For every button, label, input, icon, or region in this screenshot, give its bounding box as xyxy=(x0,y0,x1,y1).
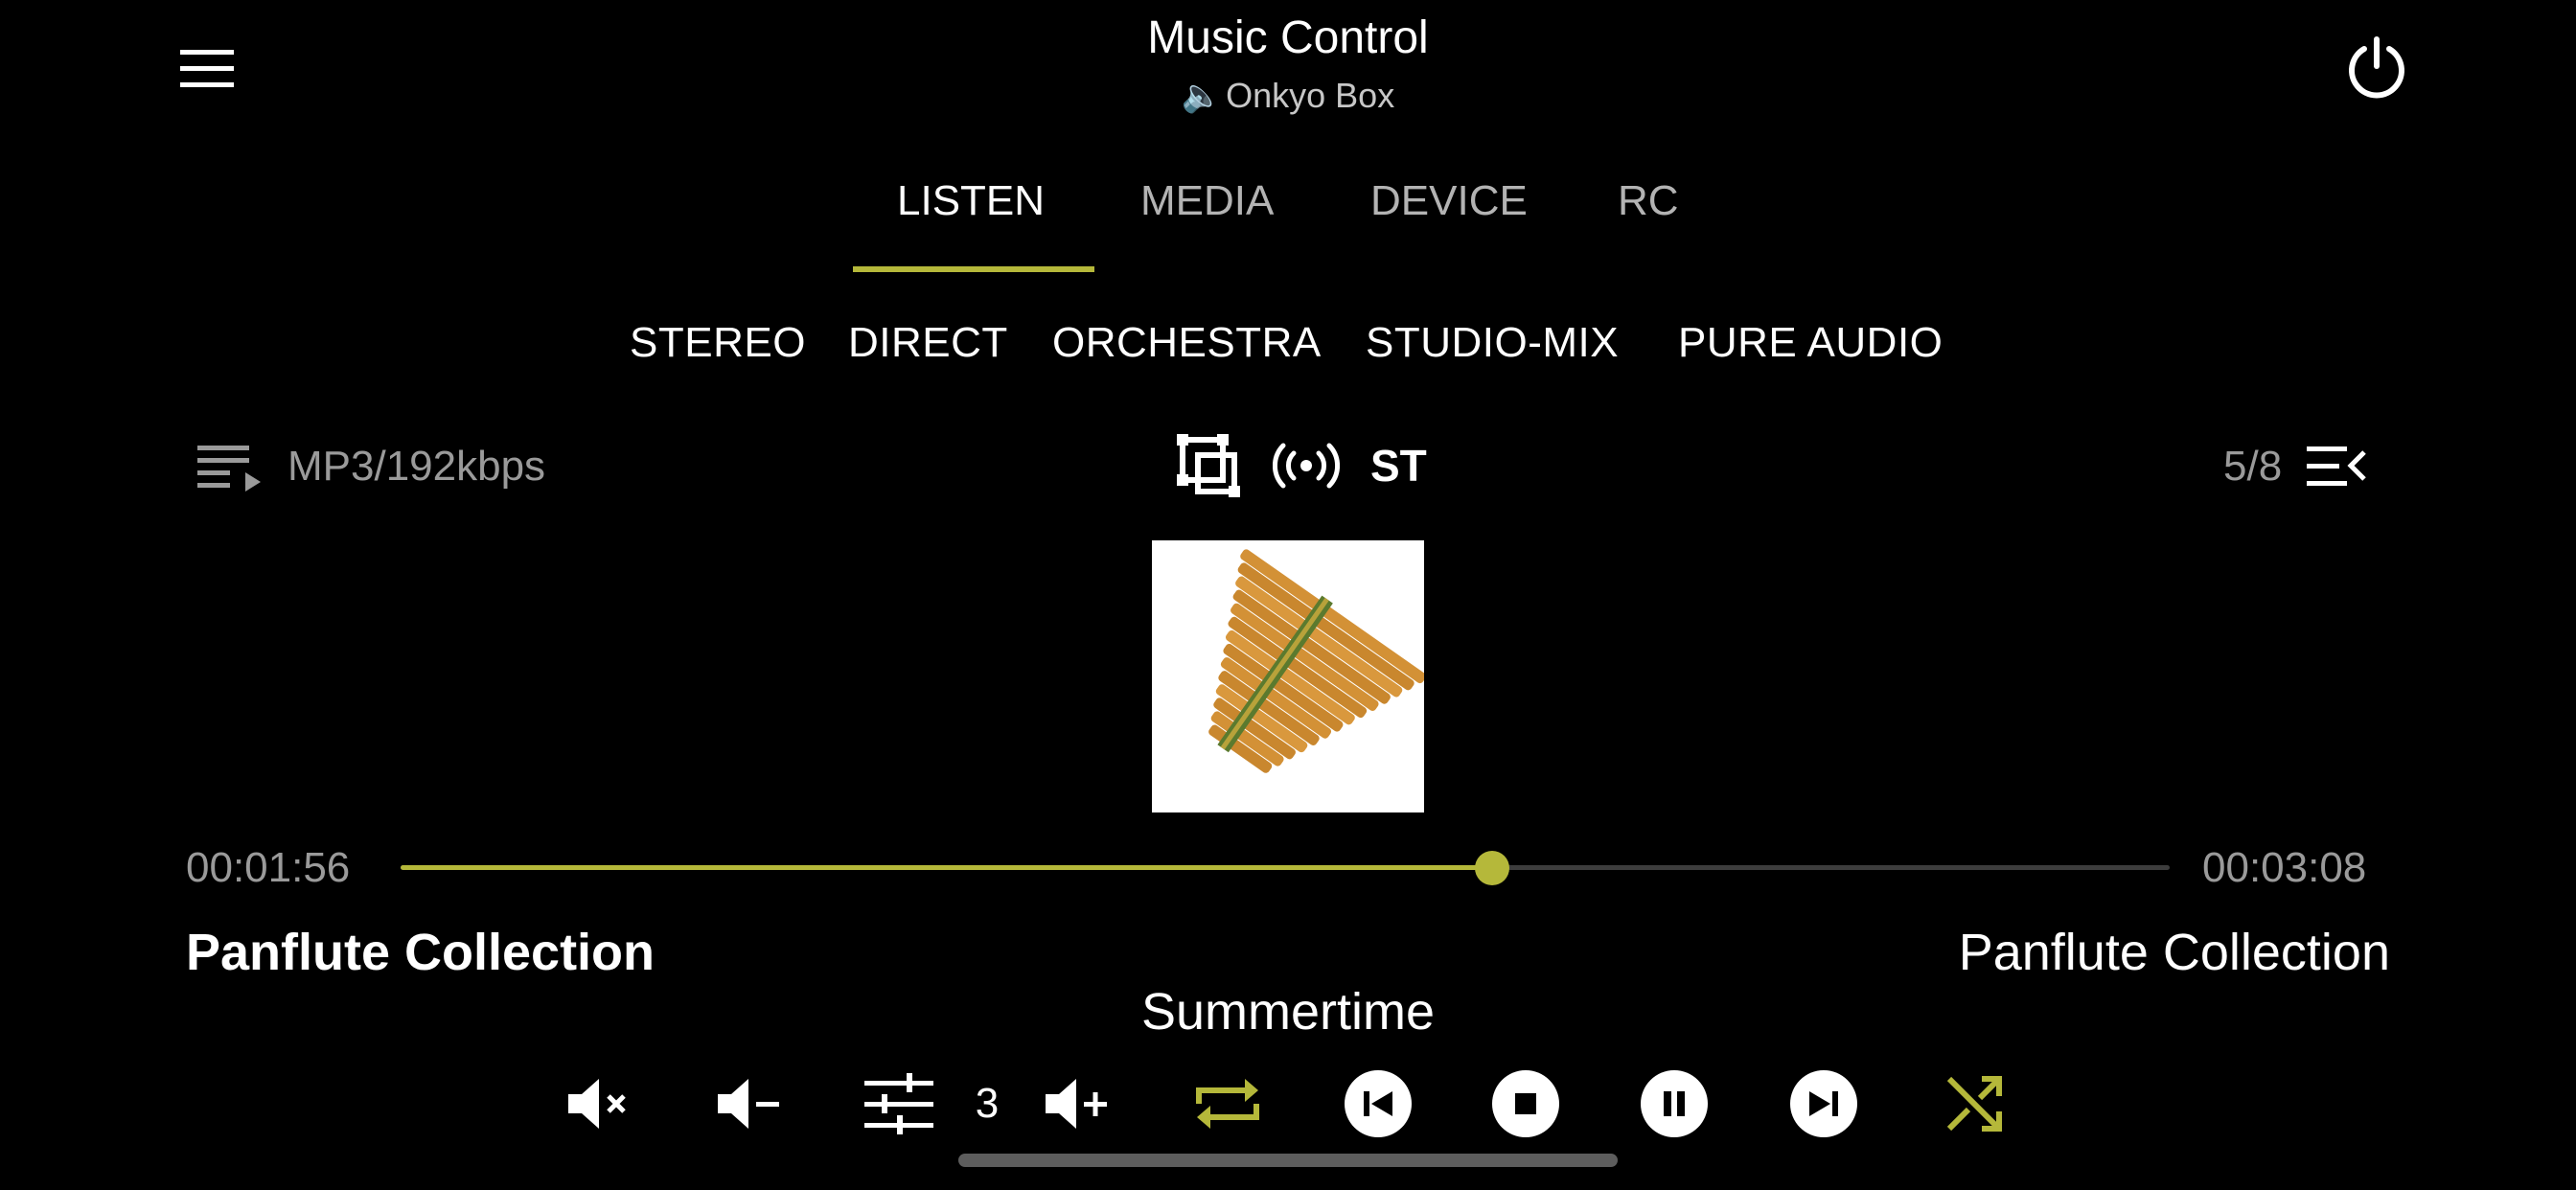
stop-button[interactable] xyxy=(1487,1065,1564,1142)
page-title: Music Control xyxy=(1147,12,1429,63)
progress-thumb[interactable] xyxy=(1474,851,1509,885)
menu-button[interactable] xyxy=(172,38,242,100)
tab-listen[interactable]: LISTEN xyxy=(897,171,1045,270)
mode-pure-audio[interactable]: PURE AUDIO xyxy=(1678,312,1943,374)
progress-fill xyxy=(401,865,1492,870)
volume-mute-icon xyxy=(568,1079,626,1129)
elapsed-time: 00:01:56 xyxy=(186,844,351,891)
repeat-button[interactable] xyxy=(1189,1065,1266,1142)
tab-bar: LISTEN MEDIA DEVICE RC xyxy=(0,171,2576,276)
skip-previous-icon xyxy=(1345,1070,1412,1137)
mute-button[interactable] xyxy=(563,1065,639,1142)
equalizer-button[interactable] xyxy=(861,1065,937,1142)
mode-orchestra[interactable]: ORCHESTRA xyxy=(1052,312,1322,374)
device-name: Onkyo Box xyxy=(1226,76,1395,115)
next-button[interactable] xyxy=(1785,1065,1862,1142)
stop-icon xyxy=(1492,1070,1559,1137)
progress-slider[interactable] xyxy=(401,851,2170,885)
input-selector-icon[interactable] xyxy=(1175,432,1242,499)
sound-mode-bar: STEREO DIRECT ORCHESTRA STUDIO-MIX PURE … xyxy=(0,312,2576,379)
volume-down-icon xyxy=(718,1079,779,1129)
total-time: 00:03:08 xyxy=(2202,844,2367,891)
tab-media[interactable]: MEDIA xyxy=(1140,171,1274,270)
volume-up-icon xyxy=(1046,1079,1107,1129)
volume-up-button[interactable] xyxy=(1040,1065,1116,1142)
tab-device[interactable]: DEVICE xyxy=(1370,171,1528,270)
volume-down-button[interactable] xyxy=(712,1065,789,1142)
mode-direct[interactable]: DIRECT xyxy=(848,312,1008,374)
tab-rc[interactable]: RC xyxy=(1618,171,1679,270)
mode-stereo[interactable]: STEREO xyxy=(630,312,806,374)
signal-info: ST xyxy=(1175,429,1427,502)
queue-icon[interactable] xyxy=(2307,445,2366,489)
device-subtitle: 🔈 Onkyo Box xyxy=(1000,71,1576,121)
playlist-play-icon[interactable] xyxy=(197,442,263,492)
sliders-icon xyxy=(864,1073,933,1134)
format-info: MP3/192kbps xyxy=(197,433,545,500)
pause-button[interactable] xyxy=(1636,1065,1713,1142)
previous-button[interactable] xyxy=(1340,1065,1416,1142)
artist-name: Panflute Collection xyxy=(1958,924,2390,981)
track-position-info: 5/8 xyxy=(2223,433,2366,500)
home-indicator[interactable] xyxy=(958,1154,1618,1167)
audio-format: MP3/192kbps xyxy=(288,443,546,490)
power-button[interactable] xyxy=(2338,29,2415,105)
hamburger-icon xyxy=(180,50,234,87)
mode-studio-mix[interactable]: STUDIO-MIX xyxy=(1366,312,1619,374)
album-title: Panflute Collection xyxy=(186,924,656,981)
album-artwork xyxy=(1152,540,1427,812)
volume-level: 3 xyxy=(975,1080,1000,1127)
pause-icon xyxy=(1641,1070,1708,1137)
active-tab-indicator xyxy=(853,266,1094,272)
panflute-image xyxy=(1208,549,1427,773)
power-icon xyxy=(2349,36,2404,99)
repeat-icon xyxy=(1196,1079,1259,1129)
broadcast-icon xyxy=(1273,443,1340,489)
skip-next-icon xyxy=(1790,1070,1857,1137)
track-counter: 5/8 xyxy=(2223,443,2283,490)
speaker-icon: 🔈 xyxy=(1181,78,1223,114)
song-title: Summertime xyxy=(1140,983,1436,1041)
shuffle-icon xyxy=(1946,1076,2002,1132)
shuffle-button[interactable] xyxy=(1936,1065,2012,1142)
signal-label: ST xyxy=(1370,441,1427,491)
